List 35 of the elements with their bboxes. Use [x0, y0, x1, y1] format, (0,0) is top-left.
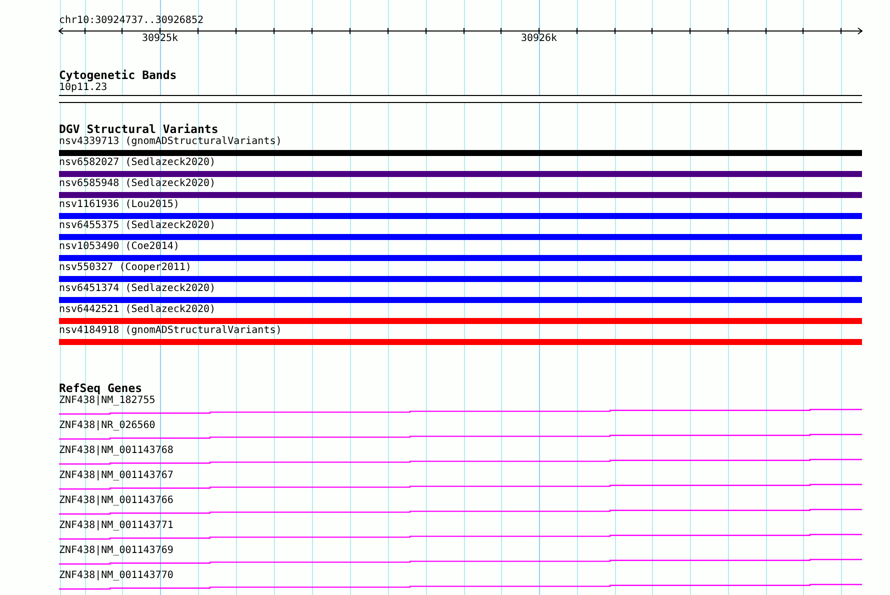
- band-label: 10p11.23: [59, 82, 108, 94]
- variant-bar[interactable]: [59, 339, 862, 345]
- variant-bar[interactable]: [59, 171, 862, 177]
- gene-label: ZNF438|NM_001143767: [59, 470, 174, 482]
- variant-bar[interactable]: [59, 276, 862, 282]
- gene-label: ZNF438|NR_026560: [59, 420, 156, 432]
- variant-bar[interactable]: [59, 213, 862, 219]
- variant-label: nsv6451374 (Sedlazeck2020): [59, 283, 217, 295]
- variant-bar[interactable]: [59, 318, 862, 324]
- variant-label: nsv1161936 (Lou2015): [59, 199, 180, 211]
- track-title: Cytogenetic Bands: [59, 69, 178, 82]
- variant-label: nsv6442521 (Sedlazeck2020): [59, 304, 217, 316]
- gene-label: ZNF438|NM_001143768: [59, 445, 174, 457]
- gene-label: ZNF438|NM_182755: [59, 395, 156, 407]
- track-title: DGV Structural Variants: [59, 123, 220, 136]
- gene-label: ZNF438|NM_001143766: [59, 495, 174, 507]
- variant-label: nsv6585948 (Sedlazeck2020): [59, 178, 217, 190]
- variant-bar[interactable]: [59, 255, 862, 261]
- variant-label: nsv4184918 (gnomADStructuralVariants): [59, 325, 283, 337]
- gene-label: ZNF438|NM_001143771: [59, 520, 174, 532]
- ruler-label: 30925k: [142, 33, 178, 44]
- ruler-label: 30926k: [520, 33, 558, 44]
- variant-label: nsv4339713 (gnomADStructuralVariants): [59, 136, 283, 148]
- gene-label: ZNF438|NM_001143770: [59, 570, 174, 582]
- variant-bar[interactable]: [59, 192, 862, 198]
- gene-label: ZNF438|NM_001143769: [59, 545, 174, 557]
- variant-bar[interactable]: [59, 150, 862, 156]
- variant-label: nsv6455375 (Sedlazeck2020): [59, 220, 217, 232]
- track-title: RefSeq Genes: [59, 382, 144, 395]
- variant-bar[interactable]: [59, 297, 862, 303]
- variant-label: nsv6582027 (Sedlazeck2020): [59, 157, 217, 169]
- variant-label: nsv1053490 (Coe2014): [59, 241, 180, 253]
- variant-bar[interactable]: [59, 234, 862, 240]
- locus-label: chr10:30924737..30926852: [59, 14, 204, 27]
- variant-label: nsv550327 (Cooper2011): [59, 262, 192, 274]
